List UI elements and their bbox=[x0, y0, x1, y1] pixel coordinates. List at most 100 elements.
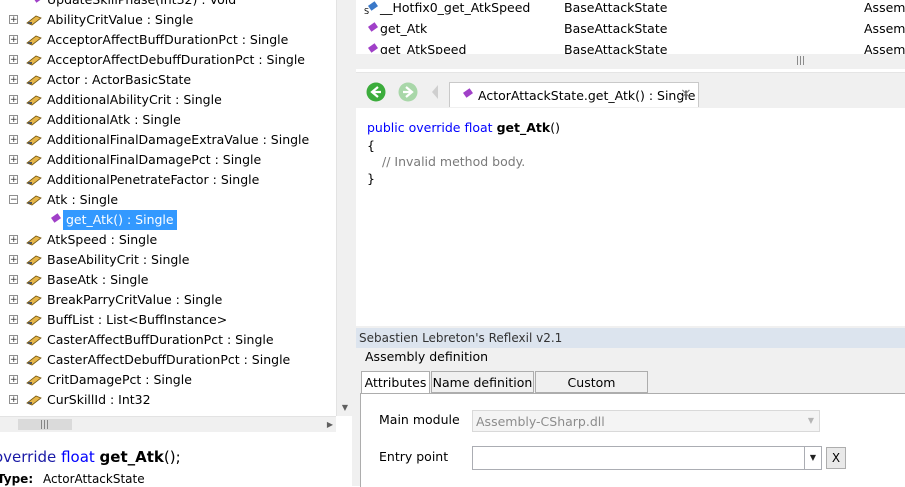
tree-item[interactable]: + AcceptorAffectBuffDurationPct : Single bbox=[0, 30, 336, 50]
expand-icon[interactable]: + bbox=[9, 55, 18, 65]
tab-decompiled-method[interactable]: ActorAttackState.get_Atk() : Single × bbox=[449, 82, 699, 107]
tree-item-label: BaseAbilityCrit : Single bbox=[47, 252, 190, 267]
entry-point-select[interactable]: ▼ bbox=[472, 446, 822, 470]
tree-item[interactable]: + BaseAbilityCrit : Single bbox=[0, 250, 336, 270]
tree-item[interactable]: + AdditionalAbilityCrit : Single bbox=[0, 90, 336, 110]
tree-item-label: AdditionalFinalDamagePct : Single bbox=[47, 152, 262, 167]
tree-item[interactable]: + CasterAffectDebuffDurationPct : Single bbox=[0, 350, 336, 370]
assembly-tree[interactable]: UpdateSkillPhase(Int32) : Void + AbilityC… bbox=[0, 0, 352, 432]
member-signature-panel: override float get_Atk(); Type: ActorAtt… bbox=[0, 432, 352, 486]
tree-item[interactable]: + Actor : ActorBasicState bbox=[0, 70, 336, 90]
expand-icon[interactable]: + bbox=[9, 395, 18, 405]
tree-horizontal-scrollbar[interactable]: ||| ▶ bbox=[0, 416, 336, 433]
tree-item[interactable]: + CurSkillId : Int32 bbox=[0, 390, 336, 410]
tree-item-label: get_Atk() : Single bbox=[63, 210, 177, 230]
tree-item[interactable]: + AdditionalFinalDamagePct : Single bbox=[0, 150, 336, 170]
tree-item-label: AdditionalAbilityCrit : Single bbox=[47, 92, 222, 107]
tree-item[interactable]: − Atk : Single bbox=[0, 190, 336, 210]
expand-icon[interactable]: + bbox=[9, 315, 18, 325]
expand-icon[interactable]: + bbox=[9, 95, 18, 105]
chevron-down-icon[interactable]: ▼ bbox=[804, 447, 821, 469]
expand-icon[interactable]: + bbox=[9, 155, 18, 165]
property-icon bbox=[26, 315, 42, 326]
tree-item[interactable]: + AcceptorAffectDebuffDurationPct : Singl… bbox=[0, 50, 336, 70]
close-icon[interactable]: × bbox=[680, 86, 692, 102]
search-results-list[interactable]: S __Hotfix0_get_AtkSpeed BaseAttackState… bbox=[356, 0, 905, 56]
tab-name-definition[interactable]: Name definition bbox=[431, 371, 534, 393]
reflexil-title: Sebastien Lebreton's Reflexil v2.1 bbox=[359, 331, 563, 345]
results-horizontal-scrollbar[interactable]: ||| bbox=[356, 54, 905, 69]
tree-item-label: AdditionalAtk : Single bbox=[47, 112, 181, 127]
tree-item-label: UpdateSkillPhase(Int32) : Void bbox=[47, 0, 236, 10]
expand-icon[interactable]: + bbox=[9, 255, 18, 265]
expand-icon[interactable]: + bbox=[9, 175, 18, 185]
tree-item-label: CasterAffectBuffDurationPct : Single bbox=[47, 332, 274, 347]
tree-item-label: CasterAffectDebuffDurationPct : Single bbox=[47, 352, 291, 367]
list-item[interactable]: get_Atk BaseAttackState Assemb bbox=[356, 18, 905, 39]
list-item[interactable]: S __Hotfix0_get_AtkSpeed BaseAttackState… bbox=[356, 0, 905, 18]
grip-icon: ||| bbox=[40, 420, 50, 430]
clear-entry-point-button[interactable]: X bbox=[826, 447, 846, 469]
expand-icon[interactable]: + bbox=[9, 135, 18, 145]
code-line-1: public override float get_Atk() bbox=[367, 120, 560, 135]
expand-icon[interactable]: + bbox=[9, 355, 18, 365]
tab-custom-attributes[interactable]: Custom attributes bbox=[535, 371, 648, 412]
tab-scroll-left-icon[interactable] bbox=[430, 84, 440, 100]
method-name: get_Atk bbox=[99, 448, 164, 466]
tree-item-label: BreakParryCritValue : Single bbox=[47, 292, 223, 307]
tree-item[interactable]: + AtkSpeed : Single bbox=[0, 230, 336, 250]
property-icon bbox=[26, 75, 42, 86]
property-icon bbox=[26, 335, 42, 346]
chevron-down-icon[interactable]: ▼ bbox=[803, 411, 819, 431]
tree-item-label: AcceptorAffectBuffDurationPct : Single bbox=[47, 32, 289, 47]
property-icon bbox=[26, 15, 42, 26]
signature-tail: (); bbox=[163, 448, 181, 466]
main-module-select[interactable]: Assembly-CSharp.dll ▼ bbox=[472, 410, 820, 432]
expand-icon[interactable]: + bbox=[9, 295, 18, 305]
expand-icon[interactable]: + bbox=[9, 335, 18, 345]
tab-title: ActorAttackState.get_Atk() : Single bbox=[478, 88, 696, 103]
entry-point-label: Entry point bbox=[379, 449, 449, 464]
tree-item[interactable]: + BaseAtk : Single bbox=[0, 270, 336, 290]
property-icon bbox=[26, 115, 42, 126]
tree-item[interactable]: + CritDamagePct : Single bbox=[0, 370, 336, 390]
member-name: __Hotfix0_get_AtkSpeed bbox=[380, 0, 531, 15]
tree-item[interactable]: + AbilityCritValue : Single bbox=[0, 10, 336, 30]
main-module-label: Main module bbox=[379, 412, 460, 427]
expand-icon[interactable]: + bbox=[9, 75, 18, 85]
tree-row-partial[interactable]: UpdateSkillPhase(Int32) : Void bbox=[0, 0, 336, 10]
tree-item-selected[interactable]: get_Atk() : Single bbox=[0, 210, 336, 230]
property-icon bbox=[26, 55, 42, 66]
code-editor[interactable]: public override float get_Atk() { // Inv… bbox=[356, 108, 905, 326]
expand-icon[interactable]: + bbox=[9, 275, 18, 285]
property-icon bbox=[26, 195, 42, 206]
scroll-down-icon[interactable]: ▼ bbox=[337, 400, 353, 416]
member-name: get_Atk bbox=[380, 21, 428, 36]
expand-icon[interactable]: + bbox=[9, 235, 18, 245]
property-icon bbox=[26, 375, 42, 386]
expand-icon[interactable]: + bbox=[9, 35, 18, 45]
property-icon bbox=[26, 235, 42, 246]
tab-attributes[interactable]: Attributes bbox=[361, 371, 430, 394]
expand-icon[interactable]: + bbox=[9, 115, 18, 125]
tree-item-label: AbilityCritValue : Single bbox=[47, 12, 194, 27]
collapse-icon[interactable]: − bbox=[9, 195, 18, 205]
tree-item[interactable]: + BuffList : List<BuffInstance> bbox=[0, 310, 336, 330]
keyword-float: float bbox=[464, 120, 493, 135]
expand-icon[interactable]: + bbox=[9, 15, 18, 25]
scroll-right-icon[interactable]: ▶ bbox=[327, 417, 333, 433]
tree-item[interactable]: + AdditionalPenetrateFactor : Single bbox=[0, 170, 336, 190]
code-comment: // Invalid method body. bbox=[382, 154, 526, 169]
property-icon bbox=[26, 155, 42, 166]
tree-item[interactable]: + AdditionalFinalDamageExtraValue : Singl… bbox=[0, 130, 336, 150]
tree-item-label: AdditionalPenetrateFactor : Single bbox=[47, 172, 260, 187]
expand-icon[interactable]: + bbox=[9, 375, 18, 385]
tree-item[interactable]: + CasterAffectBuffDurationPct : Single bbox=[0, 330, 336, 350]
tree-vertical-scrollbar[interactable]: ▼ bbox=[336, 0, 353, 416]
tree-item[interactable]: + AdditionalAtk : Single bbox=[0, 110, 336, 130]
forward-arrow-icon[interactable] bbox=[398, 82, 418, 102]
tree-item[interactable]: + BreakParryCritValue : Single bbox=[0, 290, 336, 310]
type-value: ActorAttackState bbox=[42, 472, 145, 486]
property-icon bbox=[26, 275, 42, 286]
back-arrow-icon[interactable] bbox=[366, 82, 386, 102]
